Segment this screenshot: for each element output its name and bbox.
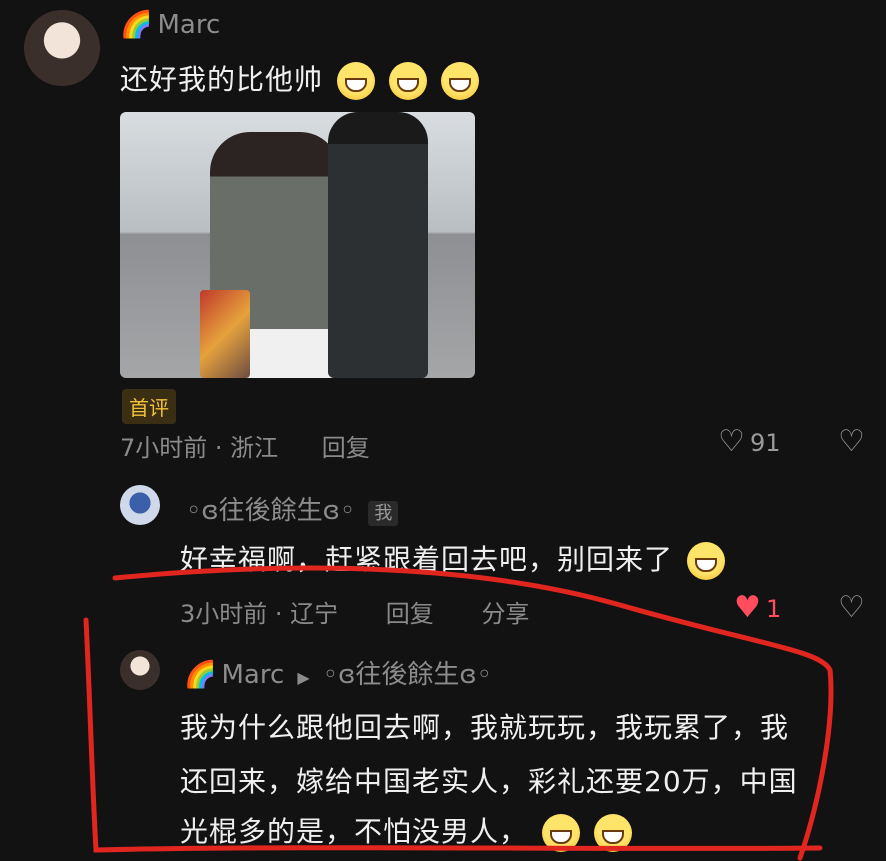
reply2-line-2: 还回来，嫁给中国老实人，彩礼还要20万，中国: [180, 765, 798, 798]
reply-author-row: ◦ɞ往後餘生ɞ◦ 我: [186, 490, 399, 527]
winking-tongue-face-icon: [541, 814, 580, 852]
reply-button[interactable]: 回复: [322, 434, 370, 462]
reply2-line-1: 我为什么跟他回去啊，我就玩玩，我玩累了，我: [180, 711, 790, 744]
share-button[interactable]: 分享: [481, 600, 529, 628]
reply2-line-3-text: 光棍多的是，不怕没男人，: [180, 815, 529, 848]
grinning-face-icon: [593, 814, 632, 852]
grinning-face-icon: [388, 62, 427, 100]
reply-body: 好幸福啊，赶紧跟着回去吧，别回来了: [180, 543, 674, 576]
grinning-face-icon: [440, 62, 479, 100]
comment-meta: 7小时前 · 浙江 回复: [120, 428, 370, 463]
reply-like-count: 1: [766, 595, 782, 623]
reply2-author-name[interactable]: Marc: [221, 660, 284, 690]
reply2-target-name[interactable]: ◦ɞ往後餘生ɞ◦: [323, 660, 492, 690]
reply-arrow-icon: ▶: [297, 668, 310, 687]
reply-time-location: 3小时前 · 辽宁: [180, 600, 339, 628]
like-button[interactable]: ♡ 91: [718, 424, 781, 459]
reply-text: 好幸福啊，赶紧跟着回去吧，别回来了: [180, 538, 725, 580]
reply2-line-3: 光棍多的是，不怕没男人，: [180, 810, 632, 852]
smiling-face-icon: [686, 542, 725, 580]
time-location: 7小时前 · 浙江: [120, 434, 279, 462]
comment-text: 还好我的比他帅: [120, 58, 479, 100]
reply-meta: 3小时前 · 辽宁 回复 分享: [180, 594, 529, 629]
comment-body: 还好我的比他帅: [120, 63, 324, 96]
avatar-marc[interactable]: [24, 10, 100, 86]
comment-photo[interactable]: [120, 112, 475, 378]
photo-person-right: [328, 112, 428, 378]
rainbow-icon: 🌈: [184, 660, 217, 690]
photo-suitcase: [200, 290, 250, 378]
reply-dislike-broken-heart-icon[interactable]: ♡: [838, 590, 865, 625]
dislike-broken-heart-icon[interactable]: ♡: [838, 424, 865, 459]
grinning-face-icon: [336, 62, 375, 100]
reply-like-button[interactable]: ♥ 1: [734, 590, 781, 625]
avatar-marc-reply[interactable]: [120, 650, 160, 690]
avatar-reply-user[interactable]: [120, 485, 160, 525]
reply-reply-button[interactable]: 回复: [386, 600, 434, 628]
heart-filled-icon: ♥: [734, 590, 761, 625]
reply2-author-row: 🌈 Marc ▶ ◦ɞ往後餘生ɞ◦: [184, 654, 492, 691]
author-name: Marc: [157, 10, 221, 40]
first-comment-badge: 首评: [122, 389, 176, 424]
like-count: 91: [750, 429, 781, 457]
heart-outline-icon: ♡: [718, 424, 745, 459]
rainbow-icon: 🌈: [120, 10, 153, 40]
reply-author-name[interactable]: ◦ɞ往後餘生ɞ◦: [186, 496, 355, 526]
me-tag: 我: [368, 501, 399, 526]
comment-author[interactable]: 🌈 Marc: [120, 10, 220, 40]
